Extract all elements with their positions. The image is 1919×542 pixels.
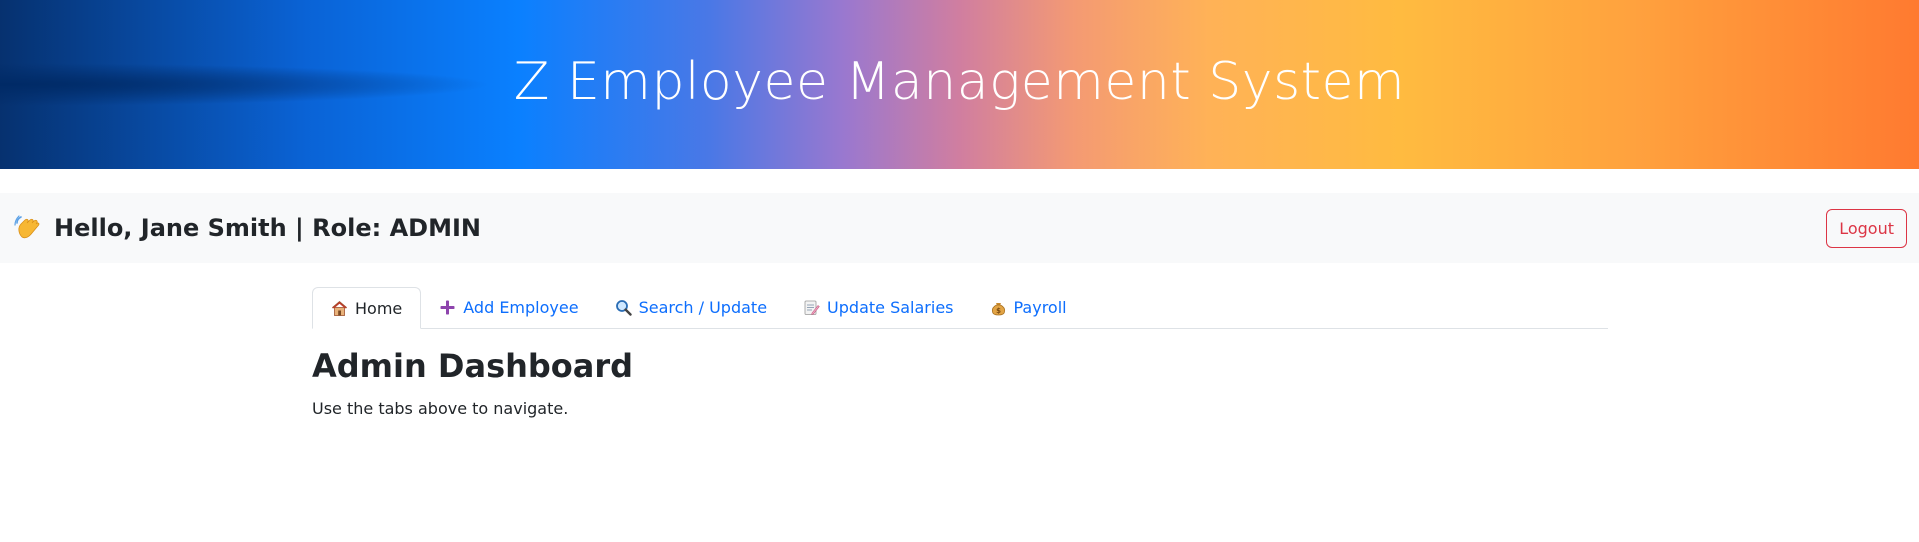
user-bar: Hello, Jane Smith | Role: ADMIN Logout bbox=[0, 193, 1919, 263]
waving-hand-icon bbox=[14, 213, 44, 243]
tab-label: Search / Update bbox=[638, 298, 768, 317]
money-bag-icon: $ bbox=[990, 299, 1007, 316]
tab-search-update[interactable]: Search / Update bbox=[597, 287, 785, 328]
tab-label: Add Employee bbox=[463, 298, 579, 317]
tab-payroll[interactable]: $ Payroll bbox=[972, 287, 1085, 328]
main-content: Home Add Employee Search / Update Update… bbox=[312, 287, 1608, 418]
page-title: Admin Dashboard bbox=[312, 347, 634, 385]
page-subtitle: Use the tabs above to navigate. bbox=[312, 399, 569, 418]
tab-label: Update Salaries bbox=[827, 298, 954, 317]
tab-bar: Home Add Employee Search / Update Update… bbox=[312, 287, 1608, 329]
logout-button[interactable]: Logout bbox=[1826, 208, 1907, 248]
app-title: Z Employee Management System bbox=[513, 51, 1406, 112]
magnifier-icon bbox=[615, 299, 632, 316]
tab-label: Payroll bbox=[1013, 298, 1067, 317]
plus-icon bbox=[439, 299, 456, 316]
svg-text:$: $ bbox=[996, 307, 1001, 315]
greeting-text: Hello, Jane Smith | Role: ADMIN bbox=[54, 214, 481, 242]
tab-label: Home bbox=[355, 298, 403, 318]
tab-add-employee[interactable]: Add Employee bbox=[421, 287, 596, 328]
greeting: Hello, Jane Smith | Role: ADMIN bbox=[14, 213, 481, 243]
memo-icon bbox=[803, 299, 820, 316]
tab-home[interactable]: Home bbox=[312, 287, 422, 329]
house-icon bbox=[331, 300, 348, 317]
header-banner: Z Employee Management System bbox=[0, 0, 1919, 169]
tab-update-salaries[interactable]: Update Salaries bbox=[785, 287, 971, 328]
